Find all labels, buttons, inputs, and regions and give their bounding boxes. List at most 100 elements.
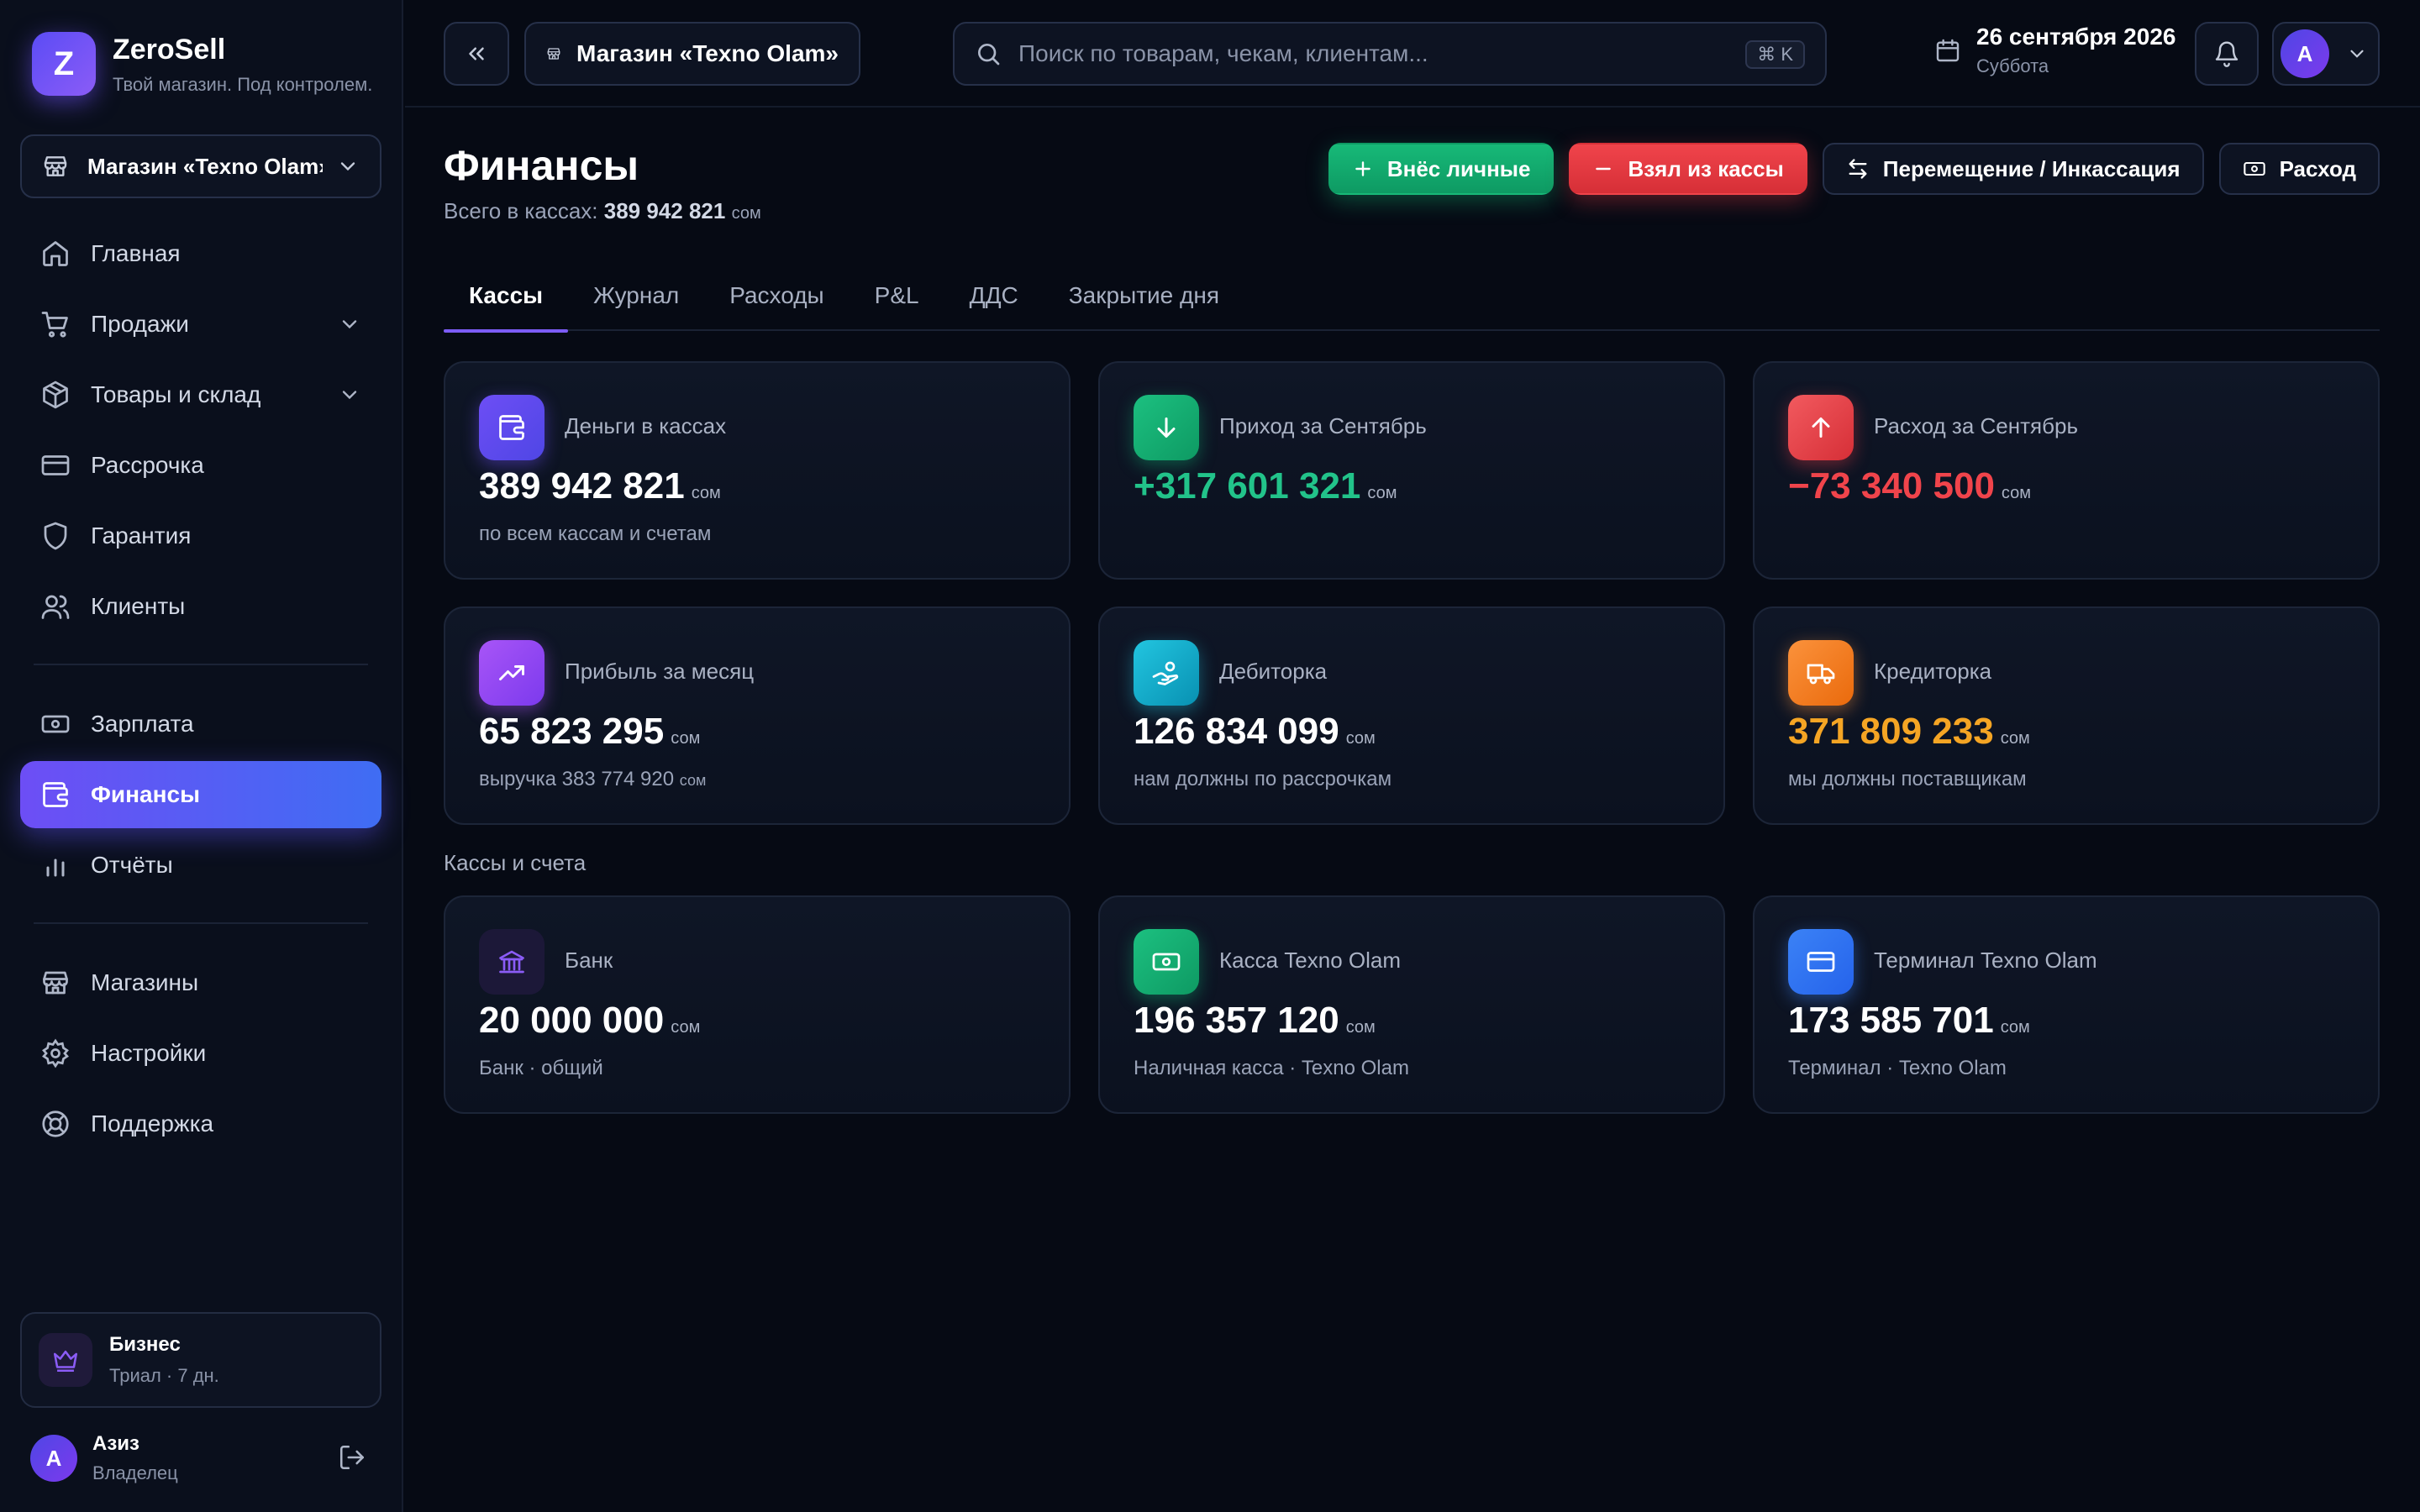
card-value: 126 834 099 сом <box>1134 711 1376 752</box>
card-note: Наличная касса · Texno Olam <box>1134 1057 1409 1079</box>
sidebar-item-warranty[interactable]: Гарантия <box>20 502 381 570</box>
plan-card[interactable]: Бизнес Триал · 7 дн. <box>20 1312 381 1408</box>
sidebar-item-label: Гарантия <box>91 522 192 549</box>
sidebar-item-sales[interactable]: Продажи <box>20 291 381 358</box>
deposit-button[interactable]: Внёс личные <box>1328 143 1555 195</box>
avatar[interactable]: А <box>30 1435 77 1482</box>
collapse-sidebar-button[interactable] <box>444 22 509 86</box>
summary-card-payables[interactable]: Кредиторка 371 809 233 сом мы должны пост… <box>1753 606 2380 825</box>
plan-subtitle: Триал · 7 дн. <box>109 1365 219 1386</box>
cart-icon <box>41 312 68 338</box>
sidebar-item-label: Поддержка <box>91 1110 214 1137</box>
sidebar-item-stores[interactable]: Магазины <box>20 949 381 1016</box>
store-chip[interactable]: Магазин «Texno Olam» <box>524 22 860 86</box>
summary-card-income[interactable]: Приход за Сентябрь +317 601 321 сом <box>1098 361 1725 580</box>
sidebar-item-label: Товары и склад <box>91 381 261 407</box>
sidebar-item-label: Клиенты <box>91 593 186 619</box>
user-row: А Азиз Владелец <box>30 1428 366 1488</box>
withdraw-button[interactable]: Взял из кассы <box>1569 143 1807 195</box>
sidebar-item-label: Продажи <box>91 311 189 337</box>
sidebar-item-installment[interactable]: Рассрочка <box>20 432 381 499</box>
chevron-down-icon <box>342 320 357 329</box>
store-icon <box>43 971 68 995</box>
sidebar-item-finance[interactable]: Финансы <box>20 761 381 828</box>
chart-icon <box>46 858 65 877</box>
tab-pnl[interactable]: P&L <box>850 276 944 331</box>
current-weekday: Суббота <box>1976 55 2049 76</box>
tab-cash-flow[interactable]: ДДС <box>944 276 1044 331</box>
summary-card-expense[interactable]: Расход за Сентябрь −73 340 500 сом <box>1753 361 2380 580</box>
trend-up-icon <box>479 640 544 706</box>
card-label: Касса Texno Olam <box>1219 948 1402 973</box>
user-role: Владелец <box>92 1462 178 1483</box>
card-value: +317 601 321 сом <box>1134 465 1397 507</box>
arrows-exchange-icon <box>1849 159 1867 179</box>
sidebar-item-label: Рассрочка <box>91 452 204 478</box>
sidebar-item-reports[interactable]: Отчёты <box>20 832 381 899</box>
summary-card-cash-total[interactable]: Деньги в кассах 389 942 821 сом по всем к… <box>444 361 1071 580</box>
sidebar-item-support[interactable]: Поддержка <box>20 1090 381 1158</box>
current-date: 26 сентября 2026 <box>1976 24 2176 50</box>
sidebar-item-salary[interactable]: Зарплата <box>20 690 381 758</box>
chevron-down-icon <box>336 155 360 178</box>
sidebar: Z ZeroSell Твой магазин. Под контролем. … <box>0 0 403 1512</box>
transfer-button[interactable]: Перемещение / Инкассация <box>1822 143 2204 195</box>
wallet-icon <box>43 782 68 807</box>
logout-icon[interactable] <box>338 1443 366 1472</box>
card-label: Кредиторка <box>1874 659 1992 684</box>
tab-cash-registers[interactable]: Кассы <box>444 276 569 333</box>
summary-row-2: Прибыль за месяц 65 823 295 сом выручка 3… <box>444 606 2380 825</box>
bank-icon <box>479 929 544 995</box>
subtitle-prefix: Всего в кассах: <box>444 198 598 223</box>
card-note: выручка 383 774 920 сом <box>479 768 707 790</box>
card-value: 389 942 821 сом <box>479 465 721 507</box>
tab-day-close[interactable]: Закрытие дня <box>1044 276 1244 331</box>
wallet-icon <box>479 395 544 460</box>
summary-card-profit[interactable]: Прибыль за месяц 65 823 295 сом выручка 3… <box>444 606 1071 825</box>
sidebar-item-settings[interactable]: Настройки <box>20 1020 381 1087</box>
sidebar-item-label: Зарплата <box>91 711 194 737</box>
arrow-up-icon <box>1788 395 1854 460</box>
total-cash-value: 389 942 821 <box>603 198 726 223</box>
account-card-bank[interactable]: Банк 20 000 000 сом Банк · общий <box>444 895 1071 1114</box>
search-icon <box>978 44 1000 66</box>
brand[interactable]: Z ZeroSell Твой магазин. Под контролем. <box>32 32 372 96</box>
sidebar-item-home[interactable]: Главная <box>20 220 381 287</box>
card-label: Приход за Сентябрь <box>1219 413 1427 438</box>
lifebuoy-icon <box>42 1110 69 1137</box>
sidebar-nav: Главная Продажи Товары и склад Рассрочка… <box>20 220 381 1161</box>
cash-icon <box>1134 929 1199 995</box>
summary-card-receivables[interactable]: Дебиторка 126 834 099 сом нам должны по р… <box>1098 606 1725 825</box>
sidebar-item-products[interactable]: Товары и склад <box>20 361 381 428</box>
tab-journal[interactable]: Журнал <box>568 276 704 331</box>
hand-coins-icon <box>1134 640 1199 706</box>
home-icon <box>43 241 68 266</box>
search-input[interactable] <box>1018 40 1758 67</box>
brand-name: ZeroSell <box>113 34 226 66</box>
sidebar-item-clients[interactable]: Клиенты <box>20 573 381 640</box>
users-icon <box>41 595 70 619</box>
action-buttons: Внёс личные Взял из кассы Перемещение / … <box>1313 143 2380 195</box>
expense-button[interactable]: Расход <box>2218 143 2380 195</box>
page-title: Финансы <box>444 142 639 189</box>
accounts-section-title: Кассы и счета <box>444 850 587 875</box>
page-subtitle: Всего в кассах: 389 942 821 сом <box>444 198 761 224</box>
account-card-cash-register[interactable]: Касса Texno Olam 196 357 120 сом Наличная… <box>1098 895 1725 1114</box>
notifications-button[interactable] <box>2195 22 2259 86</box>
chevron-down-icon <box>2350 50 2364 58</box>
tab-expenses[interactable]: Расходы <box>704 276 849 331</box>
store-selector-label: Магазин «Texno Olam» <box>87 153 323 179</box>
card-value: 196 357 120 сом <box>1134 1000 1376 1041</box>
plan-title: Бизнес <box>109 1333 181 1356</box>
sidebar-divider <box>34 664 368 665</box>
truck-icon <box>1788 640 1854 706</box>
account-card-terminal[interactable]: Терминал Texno Olam 173 585 701 сом Терми… <box>1753 895 2380 1114</box>
card-note: Банк · общий <box>479 1057 603 1079</box>
store-icon <box>547 48 560 60</box>
store-selector[interactable]: Магазин «Texno Olam» <box>20 134 381 198</box>
profile-menu-button[interactable]: A <box>2272 22 2380 86</box>
sidebar-divider <box>34 922 368 924</box>
search-bar[interactable]: ⌘ K <box>953 22 1827 86</box>
card-value: 20 000 000 сом <box>479 1000 701 1041</box>
brand-logo: Z <box>32 32 96 96</box>
